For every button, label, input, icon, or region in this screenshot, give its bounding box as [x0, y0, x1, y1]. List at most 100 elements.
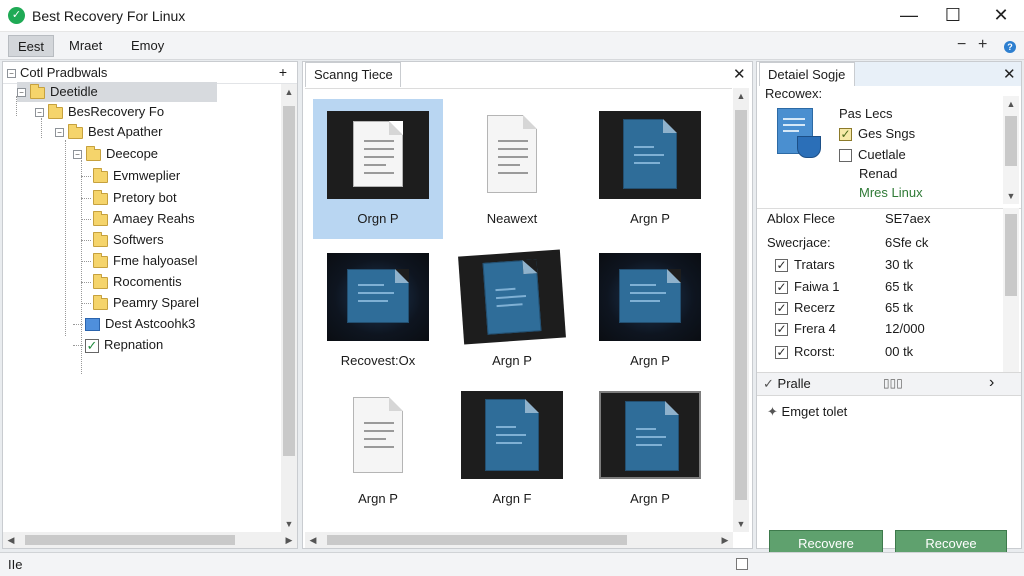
scroll-down-icon[interactable]: ▼ [733, 516, 749, 532]
close-button[interactable]: ✕ [978, 0, 1024, 32]
scroll-thumb[interactable] [1005, 214, 1017, 296]
file-checkbox[interactable]: ✓ [775, 281, 788, 295]
tree-item-pretory-bot[interactable]: Pretory bot [81, 188, 177, 208]
collapse-toggle-icon[interactable]: − [73, 150, 82, 160]
file-row[interactable]: ✓ Recerz 65 tk [757, 297, 1001, 318]
tree-vertical-scrollbar[interactable]: ▲ ▼ [281, 84, 297, 532]
tab-scanning[interactable]: Scanng Tiece [305, 62, 401, 87]
tree-item-best-recovery[interactable]: − BesRecovery Fo [35, 102, 164, 122]
file-checkbox[interactable]: ✓ [775, 323, 788, 337]
collapse-toggle-icon[interactable]: − [17, 88, 26, 98]
grid-vertical-scrollbar[interactable]: ▲ ▼ [733, 88, 749, 532]
option-row[interactable]: Cuetlale [839, 147, 906, 163]
tree-item-evmweplier[interactable]: Evmweplier [81, 166, 180, 186]
scroll-left-icon[interactable]: ◀ [305, 532, 321, 548]
scroll-down-icon[interactable]: ▼ [281, 516, 297, 532]
folder-icon [93, 210, 108, 226]
file-checkbox[interactable]: ✓ [775, 302, 788, 316]
table-scrollbar[interactable] [1003, 208, 1019, 372]
details-panel: Detaiel Sogje ✕ Recowex: Pas Lecs ✓ Ges S… [756, 61, 1022, 558]
tree-item-dest-astcoohk3[interactable]: Dest Astcoohk3 [73, 314, 195, 334]
tree-item-amaey-reahs[interactable]: Amaey Reahs [81, 209, 195, 229]
preview-scrollbar[interactable]: ▲ ▼ [1003, 96, 1019, 204]
tree-horizontal-scrollbar[interactable]: ◀ ▶ [3, 532, 297, 548]
scroll-thumb[interactable] [1005, 116, 1017, 166]
file-item[interactable]: Orgn P [313, 99, 443, 239]
scroll-up-icon[interactable]: ▲ [733, 88, 749, 104]
file-thumbnail [458, 249, 566, 345]
scroll-right-icon[interactable]: ▶ [281, 532, 297, 548]
scroll-left-icon[interactable]: ◀ [3, 532, 19, 548]
tree-item-rocomentis[interactable]: Rocomentis [81, 272, 182, 292]
file-item[interactable]: Argn P [313, 379, 443, 519]
document-icon [485, 399, 539, 471]
scroll-up-icon[interactable]: ▲ [1003, 96, 1019, 112]
menu-item-market[interactable]: Mraet [60, 35, 111, 57]
tree-item-peamry-sparel[interactable]: Peamry Sparel [81, 293, 199, 313]
tree-root[interactable]: − Cotl Pradbwals [7, 63, 107, 83]
scan-results-panel: Scanng Tiece ✕ Orgn P Neawext Argn P Rec… [302, 61, 753, 549]
menu-item-emoy[interactable]: Emoy [122, 35, 173, 57]
maximize-button[interactable]: ☐ [930, 0, 976, 32]
help-icon[interactable]: ? [1004, 41, 1016, 53]
file-item[interactable]: Recovest:Ox [313, 241, 443, 381]
file-item[interactable]: Argn P [585, 379, 715, 519]
expand-item[interactable]: ✦ Emget tolet [767, 404, 847, 420]
file-row[interactable]: ✓ Tratars 30 tk [757, 254, 1001, 275]
file-item[interactable]: Argn F [447, 379, 577, 519]
file-item[interactable]: Argn P [585, 241, 715, 381]
minimize-button[interactable]: — [886, 0, 932, 32]
tree-item-deetidle[interactable]: − Deetidle [17, 82, 217, 102]
view-toggle-icon[interactable]: ▯▯▯ [883, 376, 903, 390]
folder-icon [93, 167, 108, 183]
document-icon [353, 121, 403, 187]
file-row[interactable]: ✓ Rcorst: 00 tk [757, 341, 1001, 362]
file-name: Neawext [486, 211, 538, 226]
collapse-icon[interactable]: − [957, 36, 966, 54]
folder-icon [86, 145, 101, 161]
chevron-right-icon[interactable]: › [989, 374, 994, 392]
tree-item-best-apather[interactable]: − Best Apather [55, 122, 162, 142]
option-checkbox[interactable]: ✓ [839, 128, 852, 142]
file-checkbox[interactable]: ✓ [775, 346, 788, 360]
scroll-thumb[interactable] [327, 535, 627, 545]
scroll-thumb[interactable] [283, 106, 295, 456]
menu-item-edit[interactable]: Eest [8, 35, 55, 57]
file-item[interactable]: Neawext [447, 99, 577, 239]
scroll-down-icon[interactable]: ▼ [1003, 188, 1019, 204]
close-details-icon[interactable]: ✕ [1003, 65, 1016, 83]
file-item[interactable]: Argn P [585, 99, 715, 239]
tree-item-fme-halyoasel[interactable]: Fme halyoasel [81, 251, 198, 271]
file-thumbnail [599, 111, 701, 199]
option-row[interactable]: ✓ Ges Sngs [839, 126, 915, 142]
close-tab-icon[interactable]: ✕ [733, 65, 746, 83]
tree-item-softwers[interactable]: Softwers [81, 230, 164, 250]
tree-item-deecope[interactable]: − Deecope [73, 144, 158, 164]
collapse-toggle-icon[interactable]: − [7, 69, 16, 79]
add-icon[interactable]: + [978, 36, 987, 54]
file-row[interactable]: ✓ Faiwa 1 65 tk [757, 276, 1001, 297]
filter-item[interactable]: ✓ Pralle [763, 376, 811, 392]
scroll-thumb[interactable] [25, 535, 235, 545]
details-header: Detaiel Sogje ✕ [757, 62, 1021, 86]
collapse-toggle-icon[interactable]: − [35, 108, 44, 118]
file-name: Argn P [630, 491, 670, 506]
document-icon [619, 269, 681, 323]
printer-icon[interactable] [736, 558, 748, 570]
filter-bar: ✓ Pralle ▯▯▯ › [757, 372, 1021, 396]
app-logo-icon: ✓ [8, 7, 25, 24]
collapse-toggle-icon[interactable]: − [55, 128, 64, 138]
option-checkbox[interactable] [839, 149, 852, 163]
scroll-thumb[interactable] [735, 110, 747, 500]
document-icon [353, 397, 403, 473]
file-row[interactable]: ✓ Frera 4 12/000 [757, 318, 1001, 339]
grid-horizontal-scrollbar[interactable]: ◀ ▶ [305, 532, 733, 548]
scroll-up-icon[interactable]: ▲ [281, 84, 297, 100]
file-checkbox[interactable]: ✓ [775, 259, 788, 273]
scroll-right-icon[interactable]: ▶ [717, 532, 733, 548]
tab-details[interactable]: Detaiel Sogje [759, 62, 855, 86]
file-item[interactable]: Argn P [447, 241, 577, 381]
tree-item-repnation[interactable]: ✓ Repnation [73, 335, 163, 355]
document-icon [487, 115, 537, 193]
tree-add-icon[interactable]: + [279, 64, 287, 80]
